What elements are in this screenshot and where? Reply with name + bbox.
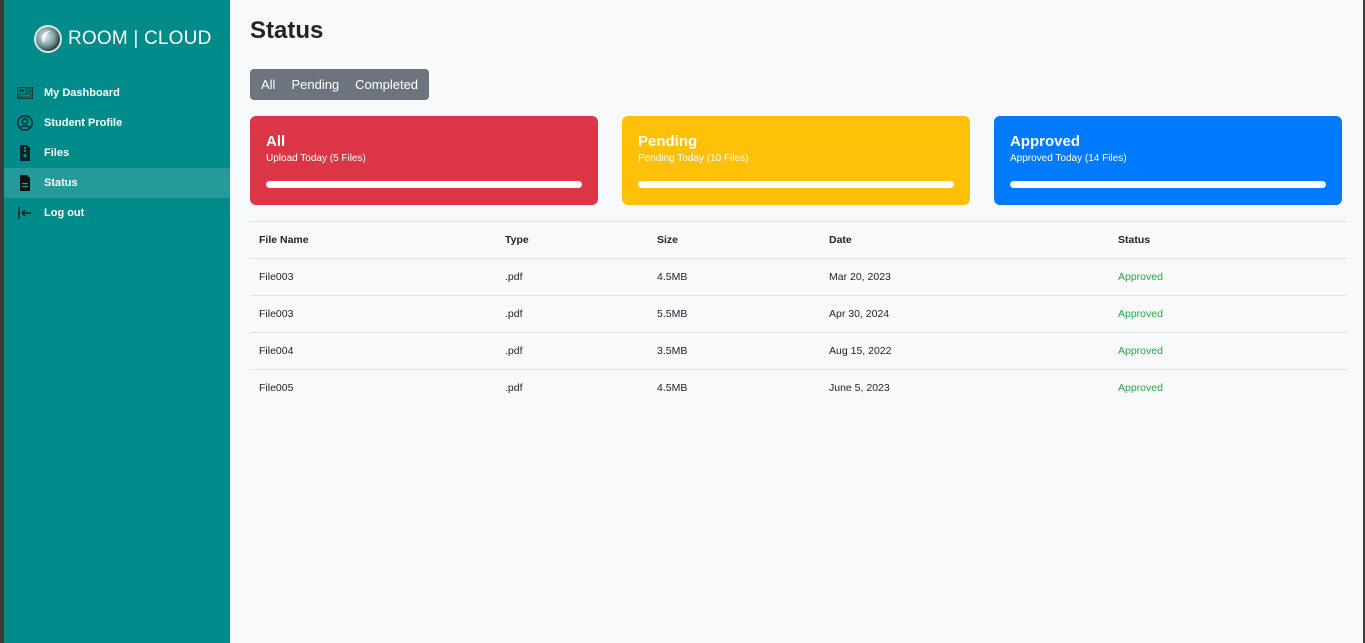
column-header-date: Date <box>820 221 1109 259</box>
sidebar-nav: My Dashboard Student Profile Files Statu… <box>4 78 230 228</box>
cell-date: Apr 30, 2024 <box>820 295 1109 333</box>
cell-type: .pdf <box>496 332 648 370</box>
sidebar-item-student-profile[interactable]: Student Profile <box>4 108 230 138</box>
logout-icon <box>17 205 33 221</box>
cell-type: .pdf <box>496 369 648 407</box>
cell-status: Approved <box>1109 369 1347 407</box>
page-title: Status <box>250 17 324 44</box>
column-header-type: Type <box>496 221 648 259</box>
brand-name: ROOM | CLOUD <box>68 28 212 49</box>
summary-cards: All Upload Today (5 Files) Pending Pendi… <box>250 116 1347 205</box>
card-subtitle: Upload Today (5 Files) <box>266 153 366 164</box>
cell-date: Aug 15, 2022 <box>820 332 1109 370</box>
cell-file-name: File004 <box>250 332 496 370</box>
card-progress-fill <box>1010 181 1326 188</box>
table-row[interactable]: File005 .pdf 4.5MB June 5, 2023 Approved <box>250 369 1347 407</box>
sidebar-item-dashboard[interactable]: My Dashboard <box>4 78 230 108</box>
sidebar-item-label: My Dashboard <box>44 87 120 99</box>
files-table: File Name Type Size Date Status File003 … <box>250 221 1347 407</box>
status-filter-group: All Pending Completed <box>250 69 430 100</box>
sidebar-item-label: Status <box>44 177 78 189</box>
card-progress-bar <box>1010 181 1326 188</box>
sidebar-item-label: Student Profile <box>44 117 123 129</box>
dashboard-icon <box>17 85 33 101</box>
filter-completed-button[interactable]: Completed <box>347 69 429 100</box>
cell-date: Mar 20, 2023 <box>820 258 1109 296</box>
card-title: Pending <box>638 133 698 150</box>
brand[interactable]: ROOM | CLOUD <box>4 0 230 78</box>
sidebar-item-label: Log out <box>44 207 85 219</box>
cell-size: 3.5MB <box>648 332 820 370</box>
cell-size: 4.5MB <box>648 369 820 407</box>
card-subtitle: Approved Today (14 Files) <box>1010 153 1127 164</box>
cell-type: .pdf <box>496 258 648 296</box>
cell-status: Approved <box>1109 295 1347 333</box>
card-pending[interactable]: Pending Pending Today (10 Files) <box>622 116 970 205</box>
cell-file-name: File003 <box>250 295 496 333</box>
cell-status: Approved <box>1109 258 1347 296</box>
table-row[interactable]: File004 .pdf 3.5MB Aug 15, 2022 Approved <box>250 332 1347 370</box>
file-icon <box>17 175 33 191</box>
cell-size: 5.5MB <box>648 295 820 333</box>
cell-size: 4.5MB <box>648 258 820 296</box>
card-all[interactable]: All Upload Today (5 Files) <box>250 116 598 205</box>
filter-all-button[interactable]: All <box>250 69 283 100</box>
sidebar: ROOM | CLOUD My Dashboard Student Profil… <box>4 0 230 643</box>
sidebar-item-label: Files <box>44 147 70 159</box>
column-header-size: Size <box>648 221 820 259</box>
table-row[interactable]: File003 .pdf 4.5MB Mar 20, 2023 Approved <box>250 258 1347 296</box>
globe-logo-icon <box>34 25 62 53</box>
card-progress-fill <box>266 181 582 188</box>
sidebar-item-files[interactable]: Files <box>4 138 230 168</box>
app-window: ROOM | CLOUD My Dashboard Student Profil… <box>4 0 1363 643</box>
sidebar-item-logout[interactable]: Log out <box>4 198 230 228</box>
cell-file-name: File003 <box>250 258 496 296</box>
cell-date: June 5, 2023 <box>820 369 1109 407</box>
cell-status: Approved <box>1109 332 1347 370</box>
card-subtitle: Pending Today (10 Files) <box>638 153 749 164</box>
card-progress-bar <box>638 181 954 188</box>
table-row[interactable]: File003 .pdf 5.5MB Apr 30, 2024 Approved <box>250 295 1347 333</box>
column-header-status: Status <box>1109 221 1347 259</box>
user-circle-icon <box>17 115 33 131</box>
card-progress-bar <box>266 181 582 188</box>
card-approved[interactable]: Approved Approved Today (14 Files) <box>994 116 1342 205</box>
cell-type: .pdf <box>496 295 648 333</box>
main-content: Status All Pending Completed All Upload … <box>230 0 1363 643</box>
column-header-file-name: File Name <box>250 221 496 259</box>
card-title: All <box>266 133 286 150</box>
filter-pending-button[interactable]: Pending <box>283 69 347 100</box>
card-title: Approved <box>1010 133 1081 150</box>
sidebar-item-status[interactable]: Status <box>4 168 230 198</box>
cell-file-name: File005 <box>250 369 496 407</box>
file-zipper-icon <box>17 145 33 161</box>
table-header-row: File Name Type Size Date Status <box>250 221 1347 259</box>
card-progress-fill <box>638 181 954 188</box>
